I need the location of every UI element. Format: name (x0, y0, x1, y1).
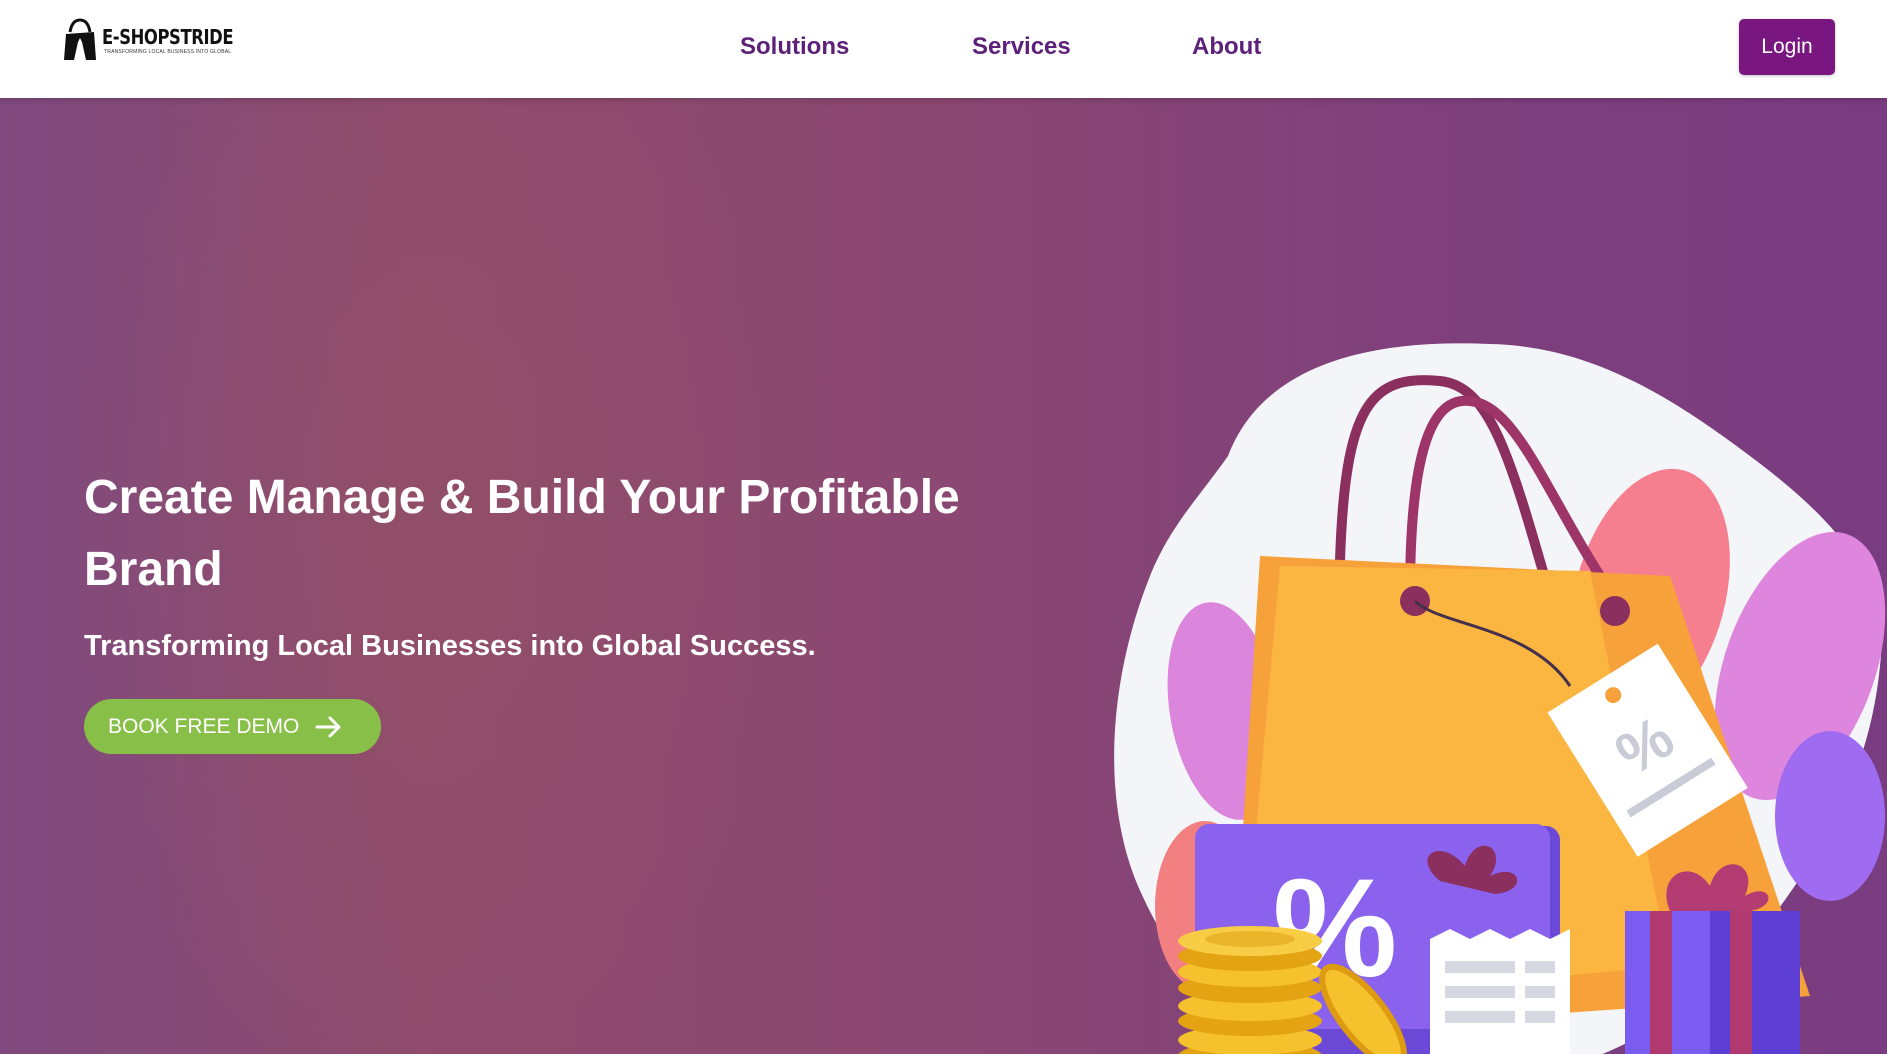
hero-title: Create Manage & Build Your Profitable Br… (84, 471, 960, 596)
login-button[interactable]: Login (1739, 19, 1835, 75)
nav-link-solutions[interactable]: Solutions (740, 32, 849, 62)
hero-section: Create Manage & Build Your Profitable Br… (0, 98, 1887, 1054)
bag-hole-right (1600, 596, 1630, 626)
hero-subtitle: Transforming Local Businesses into Globa… (84, 630, 816, 662)
shopping-illustration: % % (1114, 343, 1886, 1054)
nav-link-services[interactable]: Services (972, 32, 1071, 62)
main-nav: Solutions Services About (0, 0, 1887, 98)
book-free-demo-label: BOOK FREE DEMO (108, 714, 300, 738)
arrow-right-icon (315, 716, 341, 737)
navbar: E-SHOPSTRIDE Transforming Local Business… (0, 0, 1887, 98)
book-free-demo-button[interactable]: BOOK FREE DEMO (84, 699, 381, 754)
coin-stack (1178, 926, 1322, 1054)
receipt (1430, 929, 1570, 1054)
nav-link-about[interactable]: About (1192, 32, 1261, 62)
leaf-violet-right (1775, 731, 1885, 901)
